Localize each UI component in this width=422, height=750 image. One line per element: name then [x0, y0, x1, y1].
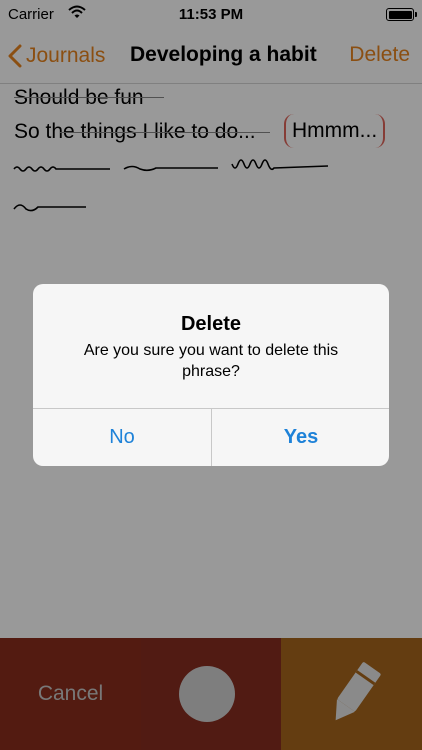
dialog-message: Are you sure you want to delete this phr… [83, 342, 339, 380]
yes-button[interactable]: Yes [212, 409, 389, 466]
dialog-title: Delete [180, 313, 242, 335]
no-button[interactable]: No [33, 409, 211, 466]
delete-confirmation-dialog: Delete Are you sure you want to delete t… [33, 284, 389, 466]
